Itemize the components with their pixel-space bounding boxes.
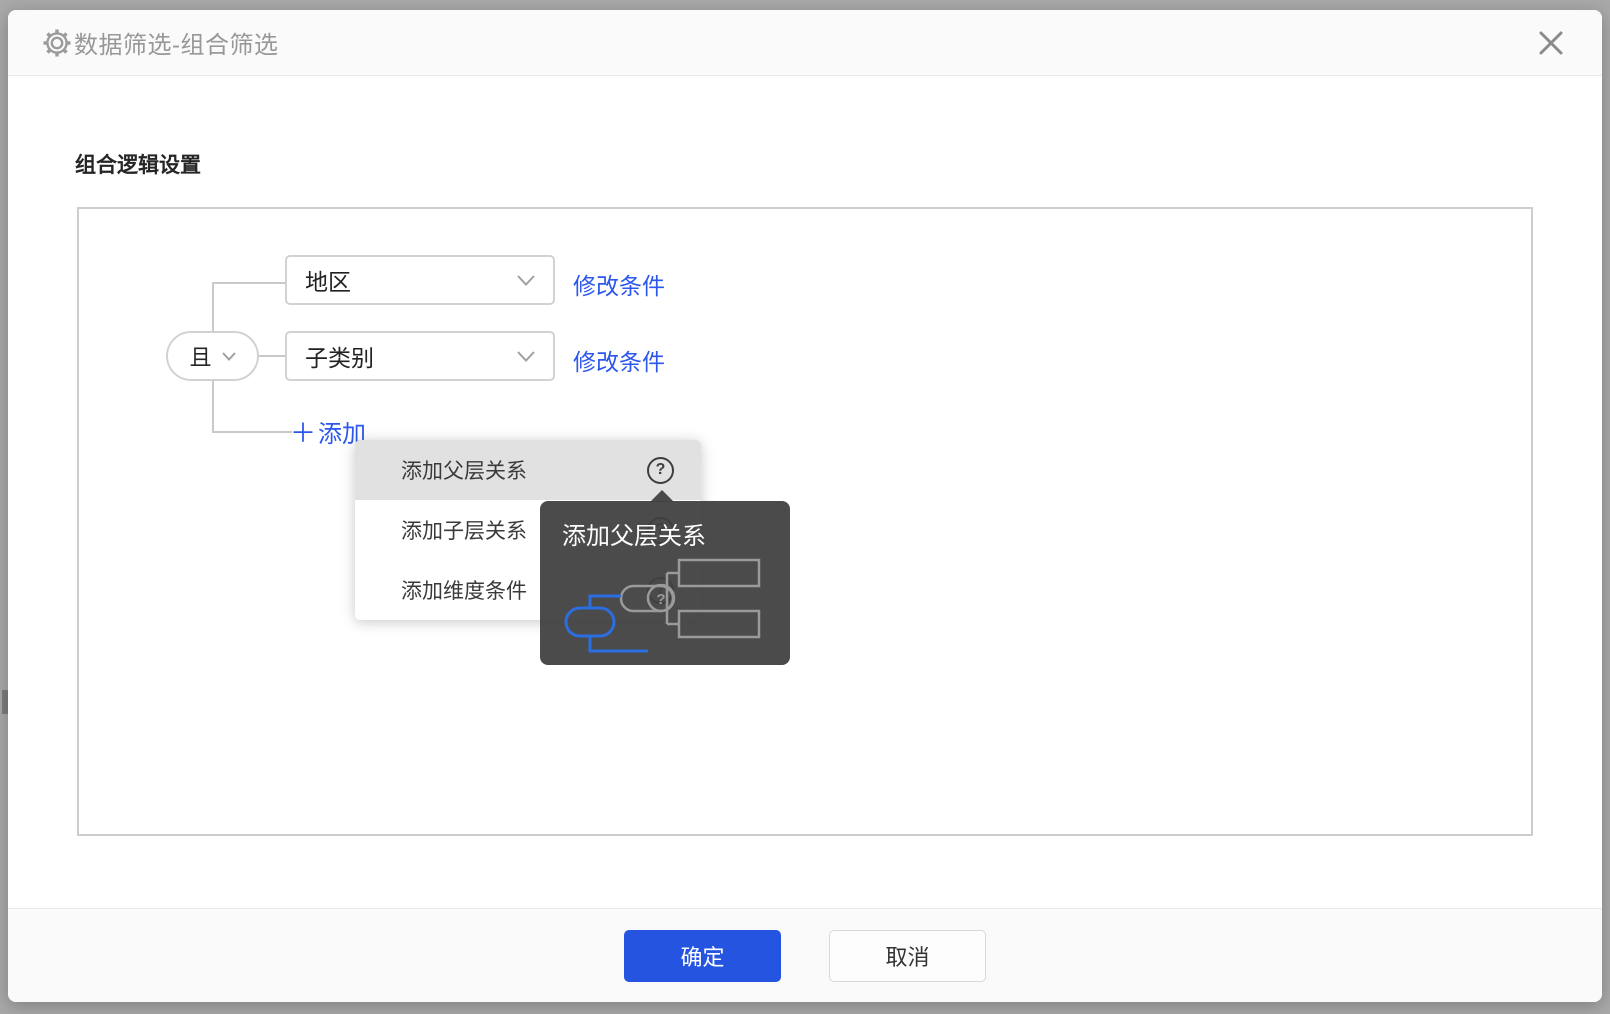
parent-relation-diagram: ? bbox=[564, 558, 761, 653]
dialog-content: 组合逻辑设置 且 地区 修改条件 子类别 修改条件 ＋ 添加 添加父层关系 ? … bbox=[8, 77, 1602, 908]
data-filter-dialog: 数据筛选-组合筛选 组合逻辑设置 且 地区 修改条件 子类别 修改条件 ＋ 添加… bbox=[8, 10, 1602, 1002]
help-tooltip: 添加父层关系 ? bbox=[540, 490, 790, 665]
tree-branch-line-1 bbox=[212, 282, 285, 284]
modify-condition-link-1[interactable]: 修改条件 bbox=[573, 267, 665, 301]
menu-item-label: 添加子层关系 bbox=[401, 520, 527, 543]
diagram-help-glyph: ? bbox=[656, 591, 665, 608]
help-icon[interactable]: ? bbox=[647, 456, 674, 484]
logic-operator-dropdown[interactable]: 且 bbox=[166, 331, 259, 381]
condition-field-dropdown-2[interactable]: 子类别 bbox=[285, 331, 555, 381]
confirm-button[interactable]: 确定 bbox=[624, 929, 781, 982]
close-button[interactable] bbox=[1534, 26, 1568, 60]
plus-icon: ＋ bbox=[290, 418, 317, 448]
chevron-down-icon bbox=[221, 351, 236, 361]
logic-operator-value: 且 bbox=[189, 345, 212, 370]
menu-item-label: 添加父层关系 bbox=[401, 460, 527, 483]
logic-canvas: 且 地区 修改条件 子类别 修改条件 ＋ 添加 添加父层关系 ? 添加子层关系 … bbox=[77, 207, 1533, 836]
tree-branch-line-2 bbox=[258, 355, 286, 357]
dialog-titlebar: 数据筛选-组合筛选 bbox=[8, 10, 1602, 76]
tree-branch-line-add bbox=[212, 431, 292, 433]
condition-field-value-1: 地区 bbox=[305, 269, 351, 295]
modify-condition-link-2[interactable]: 修改条件 bbox=[573, 343, 665, 377]
condition-field-dropdown-1[interactable]: 地区 bbox=[285, 255, 555, 305]
gear-icon bbox=[43, 29, 71, 56]
chevron-down-icon bbox=[517, 350, 535, 362]
tooltip-caret-icon bbox=[650, 490, 674, 502]
close-icon bbox=[1539, 31, 1563, 54]
dialog-footer: 确定 取消 bbox=[8, 908, 1602, 1002]
section-heading: 组合逻辑设置 bbox=[75, 154, 201, 177]
cancel-button[interactable]: 取消 bbox=[829, 929, 986, 982]
condition-field-value-2: 子类别 bbox=[305, 345, 374, 371]
chevron-down-icon bbox=[517, 274, 535, 286]
menu-item-label: 添加维度条件 bbox=[401, 580, 527, 603]
tooltip-title: 添加父层关系 bbox=[562, 523, 706, 550]
dialog-title: 数据筛选-组合筛选 bbox=[74, 32, 279, 59]
